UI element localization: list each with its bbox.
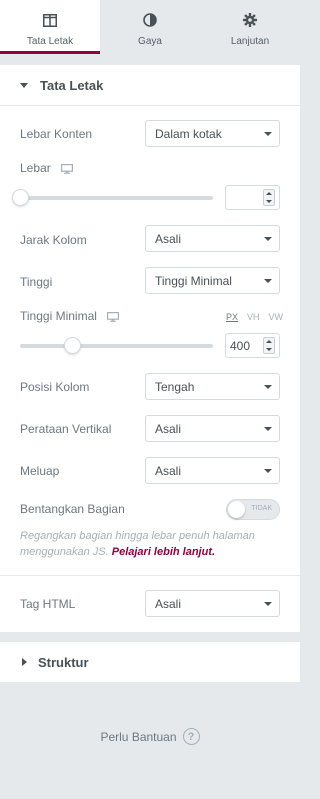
help-link[interactable]: Perlu Bantuan ? <box>0 728 300 745</box>
select-value: Tinggi Minimal <box>155 273 232 288</box>
width-slider-track[interactable] <box>20 196 213 200</box>
spin-down-icon[interactable] <box>266 347 272 351</box>
toggle-knob <box>228 501 245 518</box>
caret-down-icon <box>20 82 28 88</box>
spin-up-icon[interactable] <box>266 192 272 196</box>
gear-icon <box>242 12 258 28</box>
select-value: Asali <box>155 463 182 478</box>
control-label: Meluap <box>20 464 60 478</box>
width-slider-thumb[interactable] <box>11 189 29 206</box>
min-height-number-input[interactable]: 400 <box>225 333 280 358</box>
number-spinner[interactable] <box>263 337 275 354</box>
monitor-icon[interactable] <box>106 311 119 322</box>
control-label: Tinggi <box>20 275 53 289</box>
number-spinner[interactable] <box>263 189 275 206</box>
half-circle-icon <box>142 12 158 28</box>
html-tag-select[interactable]: Asali <box>145 590 280 617</box>
question-circle-icon: ? <box>182 728 200 745</box>
control-label: Tinggi Minimal <box>20 309 119 323</box>
unit-vw[interactable]: VW <box>269 312 284 322</box>
height-select[interactable]: Tinggi Minimal <box>145 267 280 294</box>
control-label-text: Lebar <box>20 161 51 175</box>
tab-label: Gaya <box>138 36 162 47</box>
monitor-icon[interactable] <box>60 163 73 174</box>
control-label: Perataan Vertikal <box>20 422 112 436</box>
select-value: Tengah <box>155 379 195 394</box>
content-width-select[interactable]: Dalam kotak <box>145 120 280 147</box>
spin-down-icon[interactable] <box>266 199 272 203</box>
panel-spacer <box>0 54 300 65</box>
stretch-description: Regangkan bagian hingga lebar penuh hala… <box>20 528 282 560</box>
select-value: Asali <box>155 596 182 611</box>
min-height-slider-thumb[interactable] <box>63 337 81 354</box>
chevron-down-icon <box>264 385 272 389</box>
learn-more-link[interactable]: Pelajari lebih lanjut. <box>112 546 215 558</box>
chevron-down-icon <box>264 602 272 606</box>
control-label: Lebar <box>20 161 73 175</box>
caret-right-icon <box>22 658 27 666</box>
unit-vh[interactable]: VH <box>247 312 260 322</box>
tab-label: Lanjutan <box>230 36 270 47</box>
tab-layout[interactable]: Tata Letak <box>0 0 100 54</box>
control-label-text: Tinggi Minimal <box>20 309 97 323</box>
control-label: Lebar Konten <box>20 127 93 141</box>
select-value: Dalam kotak <box>155 126 222 141</box>
min-height-slider-track[interactable] <box>20 344 213 348</box>
layout-columns-icon <box>42 12 58 28</box>
chevron-down-icon <box>264 469 272 473</box>
overflow-select[interactable]: Asali <box>145 457 280 484</box>
select-value: Asali <box>155 231 182 246</box>
layout-section-header[interactable]: Tata Letak <box>0 65 300 106</box>
control-label: Jarak Kolom <box>20 233 87 247</box>
chevron-down-icon <box>264 237 272 241</box>
section-title: Tata Letak <box>40 77 104 93</box>
unit-px[interactable]: PX <box>226 312 238 322</box>
structure-section-header[interactable]: Struktur <box>0 642 300 682</box>
chevron-down-icon <box>264 427 272 431</box>
panel-tabs: Tata Letak Gaya Lanjutan <box>0 0 300 54</box>
select-value: Asali <box>155 421 182 436</box>
width-number-input[interactable] <box>225 185 280 210</box>
vertical-align-select[interactable]: Asali <box>145 415 280 442</box>
column-position-select[interactable]: Tengah <box>145 373 280 400</box>
chevron-down-icon <box>264 279 272 283</box>
help-label: Perlu Bantuan <box>100 729 177 744</box>
control-label: Tag HTML <box>20 597 76 611</box>
number-value: 400 <box>230 338 251 353</box>
chevron-down-icon <box>264 132 272 136</box>
toggle-text: TIDAK <box>251 505 272 512</box>
control-label: Posisi Kolom <box>20 380 90 394</box>
section-title: Struktur <box>38 654 89 670</box>
divider <box>0 575 300 576</box>
tab-label: Tata Letak <box>26 36 74 47</box>
tab-advanced[interactable]: Lanjutan <box>200 0 300 54</box>
structure-section: Struktur <box>0 642 300 682</box>
control-label: Bentangkan Bagian <box>20 502 125 516</box>
layout-section: Tata Letak Lebar Konten Dalam kotak Leba… <box>0 65 300 632</box>
spin-up-icon[interactable] <box>266 340 272 344</box>
column-gap-select[interactable]: Asali <box>145 225 280 252</box>
tab-style[interactable]: Gaya <box>100 0 200 54</box>
stretch-toggle[interactable]: TIDAK <box>226 499 280 520</box>
unit-switcher: PX VH VW <box>226 312 283 322</box>
